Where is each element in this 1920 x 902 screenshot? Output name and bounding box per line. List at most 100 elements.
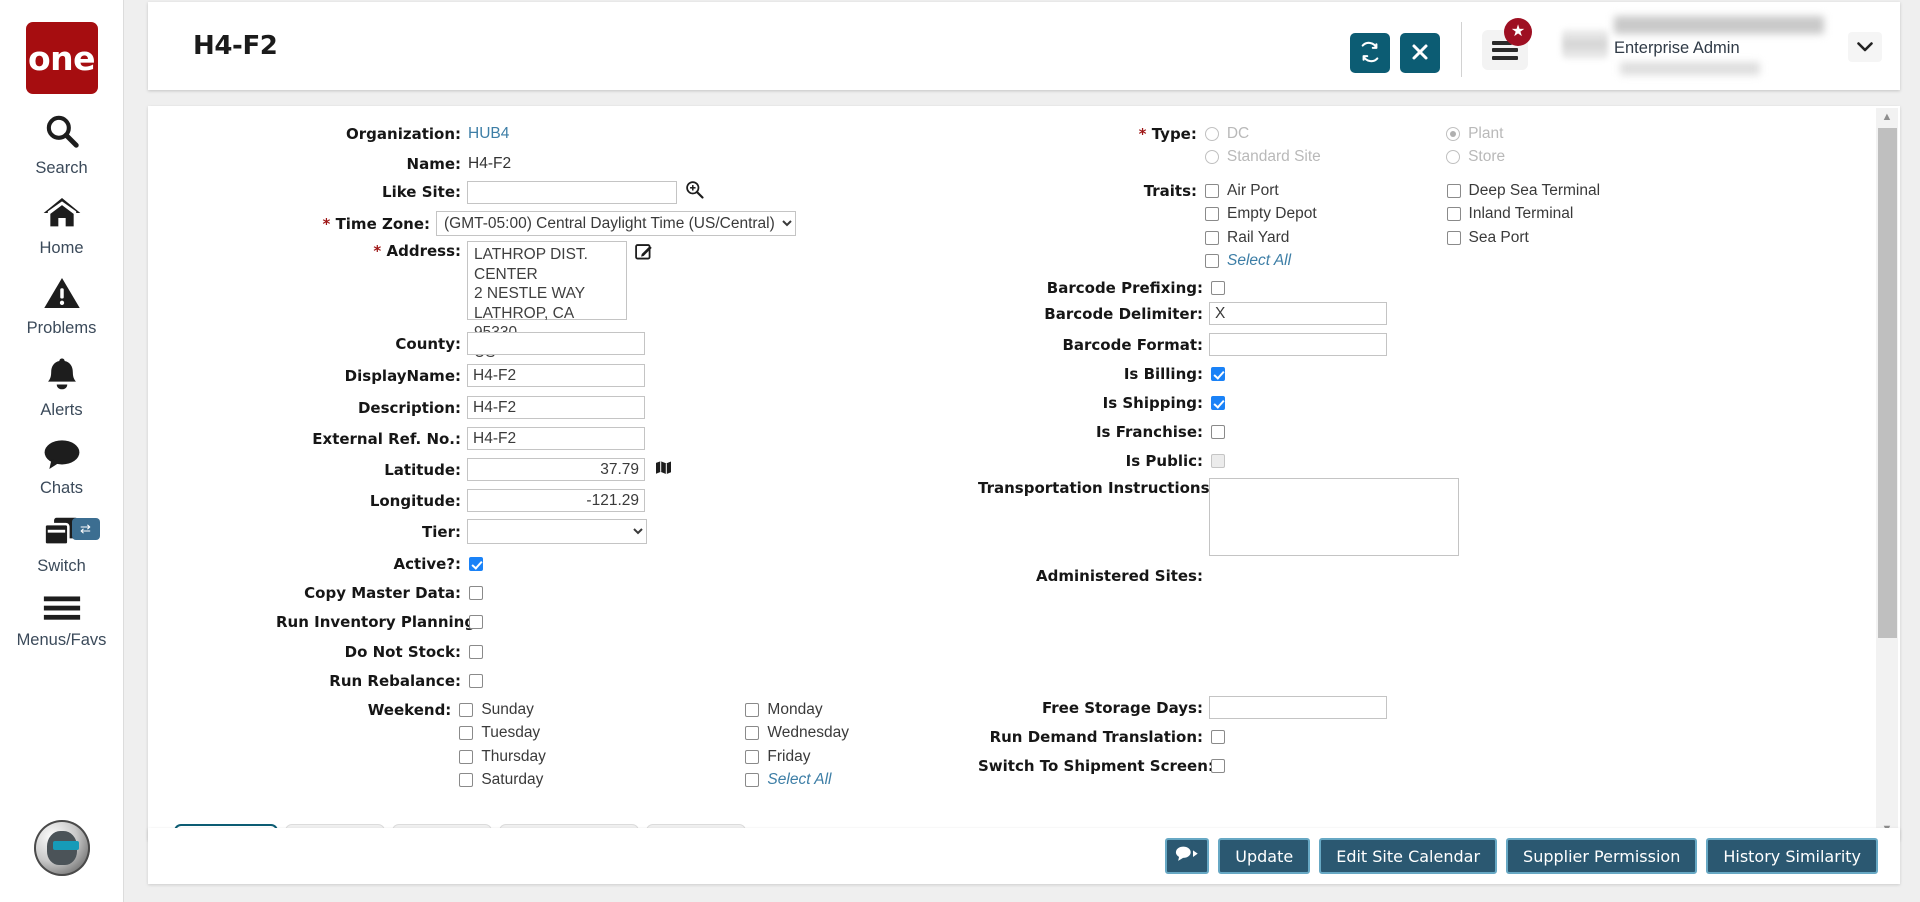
free-storage-days-input[interactable] xyxy=(1209,696,1387,719)
weekend-option-label: Tuesday xyxy=(481,724,540,742)
weekend-select-all-checkbox[interactable] xyxy=(745,773,759,787)
weekend-saturday-checkbox[interactable] xyxy=(459,773,473,787)
user-subtext-redacted xyxy=(1620,62,1760,75)
like-site-input[interactable] xyxy=(467,181,677,204)
type-dc-radio[interactable] xyxy=(1205,127,1219,141)
trait-option[interactable]: Sea Port xyxy=(1447,228,1688,247)
description-input[interactable] xyxy=(467,396,645,419)
sidebar-item-chats[interactable]: Chats xyxy=(0,438,124,498)
trait-inland-terminal-checkbox[interactable] xyxy=(1447,207,1461,221)
switch-to-shipment-screen-checkbox[interactable] xyxy=(1211,759,1225,773)
time-zone-select[interactable]: (GMT-05:00) Central Daylight Time (US/Ce… xyxy=(436,211,796,236)
barcode-format-input[interactable] xyxy=(1209,333,1387,356)
sidebar-item-problems[interactable]: Problems xyxy=(0,276,124,338)
edit-site-calendar-button[interactable]: Edit Site Calendar xyxy=(1319,838,1497,874)
vertical-scrollbar[interactable]: ▲ ▼ xyxy=(1876,108,1898,838)
weekend-option[interactable]: Thursday xyxy=(459,747,620,766)
transportation-instructions-textarea[interactable] xyxy=(1209,478,1459,556)
weekend-option[interactable]: Sunday xyxy=(459,700,620,719)
is-billing-checkbox[interactable] xyxy=(1211,367,1225,381)
sidebar-item-label: Switch xyxy=(37,557,86,576)
tier-select[interactable] xyxy=(467,519,647,544)
caret-up-icon[interactable]: ▲ xyxy=(1876,108,1898,126)
search-plus-icon[interactable] xyxy=(685,180,704,204)
is-franchise-checkbox[interactable] xyxy=(1211,425,1225,439)
supplier-permission-button[interactable]: Supplier Permission xyxy=(1506,838,1697,874)
trait-empty-depot-checkbox[interactable] xyxy=(1205,207,1219,221)
address-value: LATHROP DIST. CENTER 2 NESTLE WAY LATHRO… xyxy=(467,241,627,320)
type-option[interactable]: Plant xyxy=(1446,124,1668,143)
trait-option[interactable]: Inland Terminal xyxy=(1447,205,1688,224)
external-ref-no-input[interactable] xyxy=(467,427,645,450)
run-inventory-planning-checkbox[interactable] xyxy=(469,615,483,629)
weekend-wednesday-checkbox[interactable] xyxy=(745,726,759,740)
is-public-checkbox[interactable] xyxy=(1211,454,1225,468)
run-rebalance-checkbox[interactable] xyxy=(469,674,483,688)
weekend-option[interactable]: Saturday xyxy=(459,771,620,790)
weekend-friday-checkbox[interactable] xyxy=(745,750,759,764)
trait-option[interactable]: Air Port xyxy=(1205,181,1446,200)
do-not-stock-checkbox[interactable] xyxy=(469,645,483,659)
chevron-down-icon xyxy=(1857,37,1873,57)
weekend-sunday-checkbox[interactable] xyxy=(459,703,473,717)
sidebar-item-switch[interactable]: ⇄ Switch xyxy=(0,516,124,576)
type-plant-radio[interactable] xyxy=(1446,127,1460,141)
active-checkbox[interactable] xyxy=(469,557,483,571)
sidebar-item-home[interactable]: Home xyxy=(0,196,124,258)
trait-select-all-label[interactable]: Select All xyxy=(1227,252,1291,270)
type-standard-site-radio[interactable] xyxy=(1205,150,1219,164)
trait-option[interactable]: Empty Depot xyxy=(1205,205,1446,224)
weekend-thursday-checkbox[interactable] xyxy=(459,750,473,764)
trait-sea-port-checkbox[interactable] xyxy=(1447,231,1461,245)
longitude-input[interactable] xyxy=(467,489,645,512)
trait-select-all-checkbox[interactable] xyxy=(1205,254,1219,268)
map-icon[interactable] xyxy=(655,460,672,480)
weekend-option[interactable]: Friday xyxy=(745,747,916,766)
weekend-select-all-label[interactable]: Select All xyxy=(767,771,831,789)
trait-option[interactable]: Deep Sea Terminal xyxy=(1447,181,1688,200)
sidebar-item-menus-favs[interactable]: Menus/Favs xyxy=(0,594,124,650)
type-store-radio[interactable] xyxy=(1446,150,1460,164)
type-option[interactable]: Store xyxy=(1446,148,1668,167)
close-button[interactable] xyxy=(1400,33,1440,73)
sidebar-item-alerts[interactable]: Alerts xyxy=(0,356,124,420)
latitude-input[interactable] xyxy=(467,458,645,481)
assistant-avatar[interactable] xyxy=(34,820,90,876)
scrollbar-thumb[interactable] xyxy=(1878,128,1897,638)
type-option[interactable]: DC xyxy=(1205,124,1446,143)
weekend-option[interactable]: Select All xyxy=(745,771,916,790)
copy-master-data-checkbox[interactable] xyxy=(469,586,483,600)
trait-air-port-checkbox[interactable] xyxy=(1205,184,1219,198)
is-shipping-checkbox[interactable] xyxy=(1211,396,1225,410)
weekend-tuesday-checkbox[interactable] xyxy=(459,726,473,740)
run-demand-translation-checkbox[interactable] xyxy=(1211,730,1225,744)
app-logo[interactable]: one xyxy=(26,22,98,94)
sidebar-item-search[interactable]: Search xyxy=(0,112,124,178)
trait-option[interactable]: Rail Yard xyxy=(1205,228,1446,247)
type-column-2: Plant Store xyxy=(1446,124,1668,171)
organization-value[interactable]: HUB4 xyxy=(468,124,509,144)
type-option[interactable]: Standard Site xyxy=(1205,148,1446,167)
swap-arrows-icon[interactable]: ⇄ xyxy=(72,518,100,540)
county-input[interactable] xyxy=(467,332,645,355)
sidebar-item-label: Chats xyxy=(40,479,83,498)
weekend-option[interactable]: Wednesday xyxy=(745,724,916,743)
weekend-monday-checkbox[interactable] xyxy=(745,703,759,717)
user-menu[interactable]: Enterprise Admin xyxy=(1614,14,1882,76)
refresh-button[interactable] xyxy=(1350,33,1390,73)
barcode-delimiter-input[interactable] xyxy=(1209,302,1387,325)
trait-rail-yard-checkbox[interactable] xyxy=(1205,231,1219,245)
star-icon: ★ xyxy=(1504,18,1532,46)
history-similarity-button[interactable]: History Similarity xyxy=(1706,838,1878,874)
site-detail-panel: Organization: HUB4 Name: H4-F2 Like Site… xyxy=(148,106,1900,840)
barcode-prefixing-checkbox[interactable] xyxy=(1211,281,1225,295)
chat-button[interactable] xyxy=(1165,838,1209,874)
trait-deep-sea-terminal-checkbox[interactable] xyxy=(1447,184,1461,198)
display-name-input[interactable] xyxy=(467,364,645,387)
trait-option[interactable]: Select All xyxy=(1205,252,1446,271)
user-menu-toggle[interactable] xyxy=(1848,32,1882,62)
update-button[interactable]: Update xyxy=(1218,838,1310,874)
weekend-option[interactable]: Monday xyxy=(745,700,916,719)
weekend-option[interactable]: Tuesday xyxy=(459,724,620,743)
edit-pencil-icon[interactable] xyxy=(635,242,653,265)
